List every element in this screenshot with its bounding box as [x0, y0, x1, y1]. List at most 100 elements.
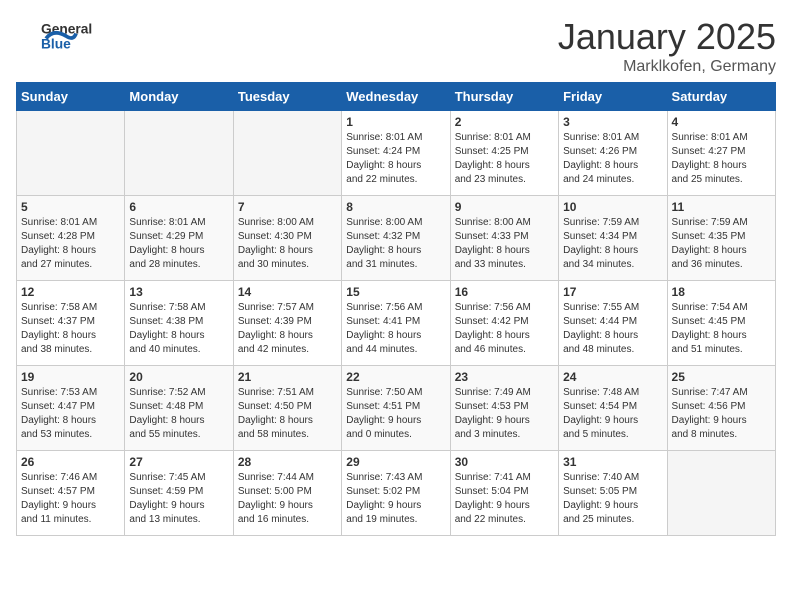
day-number: 22: [346, 370, 445, 384]
calendar-cell: [125, 111, 233, 196]
day-number: 28: [238, 455, 337, 469]
day-number: 13: [129, 285, 228, 299]
calendar-cell: 1 Sunrise: 8:01 AM Sunset: 4:24 PM Daylig…: [342, 111, 450, 196]
calendar-week-row: 26Sunrise: 7:46 AM Sunset: 4:57 PM Dayli…: [17, 451, 776, 536]
cell-content: Sunrise: 7:58 AM Sunset: 4:37 PM Dayligh…: [21, 301, 120, 357]
weekday-header: Thursday: [450, 83, 558, 111]
location: Marklkofen, Germany: [558, 58, 776, 76]
cell-content: Sunrise: 7:54 AM Sunset: 4:45 PM Dayligh…: [672, 301, 771, 357]
calendar-cell: 4 Sunrise: 8:01 AM Sunset: 4:27 PM Daylig…: [667, 111, 775, 196]
day-number: 19: [21, 370, 120, 384]
calendar-cell: 29Sunrise: 7:43 AM Sunset: 5:02 PM Dayli…: [342, 451, 450, 536]
cell-content: Sunrise: 7:59 AM Sunset: 4:34 PM Dayligh…: [563, 216, 662, 272]
calendar-table: SundayMondayTuesdayWednesdayThursdayFrid…: [16, 82, 776, 536]
cell-content: Sunrise: 7:58 AM Sunset: 4:38 PM Dayligh…: [129, 301, 228, 357]
day-number: 5: [21, 200, 120, 214]
day-number: 16: [455, 285, 554, 299]
weekday-header: Monday: [125, 83, 233, 111]
calendar-cell: 22Sunrise: 7:50 AM Sunset: 4:51 PM Dayli…: [342, 366, 450, 451]
day-number: 25: [672, 370, 771, 384]
calendar-week-row: 19 Sunrise: 7:53 AM Sunset: 4:47 PM Dayli…: [17, 366, 776, 451]
calendar-cell: 12 Sunrise: 7:58 AM Sunset: 4:37 PM Dayli…: [17, 281, 125, 366]
day-number: 30: [455, 455, 554, 469]
cell-content: Sunrise: 7:43 AM Sunset: 5:02 PM Dayligh…: [346, 471, 445, 527]
day-number: 10: [563, 200, 662, 214]
calendar-cell: 8Sunrise: 8:00 AM Sunset: 4:32 PM Daylig…: [342, 196, 450, 281]
title-block: January 2025 Marklkofen, Germany: [558, 16, 776, 76]
calendar-cell: 27 Sunrise: 7:45 AM Sunset: 4:59 PM Dayli…: [125, 451, 233, 536]
month-title: January 2025: [558, 16, 776, 58]
calendar-cell: 2 Sunrise: 8:01 AM Sunset: 4:25 PM Daylig…: [450, 111, 558, 196]
calendar-cell: 16 Sunrise: 7:56 AM Sunset: 4:42 PM Dayli…: [450, 281, 558, 366]
calendar-cell: 13 Sunrise: 7:58 AM Sunset: 4:38 PM Dayli…: [125, 281, 233, 366]
weekday-header: Tuesday: [233, 83, 341, 111]
day-number: 14: [238, 285, 337, 299]
calendar-cell: 19 Sunrise: 7:53 AM Sunset: 4:47 PM Dayli…: [17, 366, 125, 451]
calendar-cell: 9 Sunrise: 8:00 AM Sunset: 4:33 PM Daylig…: [450, 196, 558, 281]
weekday-header: Wednesday: [342, 83, 450, 111]
day-number: 3: [563, 115, 662, 129]
day-number: 23: [455, 370, 554, 384]
calendar-week-row: 5 Sunrise: 8:01 AM Sunset: 4:28 PM Daylig…: [17, 196, 776, 281]
weekday-header: Friday: [559, 83, 667, 111]
svg-text:Blue: Blue: [41, 37, 71, 52]
day-number: 1: [346, 115, 445, 129]
cell-content: Sunrise: 8:00 AM Sunset: 4:30 PM Dayligh…: [238, 216, 337, 272]
day-number: 31: [563, 455, 662, 469]
calendar-week-row: 1 Sunrise: 8:01 AM Sunset: 4:24 PM Daylig…: [17, 111, 776, 196]
weekday-header-row: SundayMondayTuesdayWednesdayThursdayFrid…: [17, 83, 776, 111]
calendar-cell: 20Sunrise: 7:52 AM Sunset: 4:48 PM Dayli…: [125, 366, 233, 451]
day-number: 21: [238, 370, 337, 384]
day-number: 9: [455, 200, 554, 214]
cell-content: Sunrise: 8:00 AM Sunset: 4:33 PM Dayligh…: [455, 216, 554, 272]
cell-content: Sunrise: 8:01 AM Sunset: 4:27 PM Dayligh…: [672, 131, 771, 187]
logo: General Blue: [16, 16, 106, 56]
calendar-week-row: 12 Sunrise: 7:58 AM Sunset: 4:37 PM Dayli…: [17, 281, 776, 366]
cell-content: Sunrise: 7:41 AM Sunset: 5:04 PM Dayligh…: [455, 471, 554, 527]
day-number: 4: [672, 115, 771, 129]
day-number: 20: [129, 370, 228, 384]
cell-content: Sunrise: 8:01 AM Sunset: 4:28 PM Dayligh…: [21, 216, 120, 272]
cell-content: Sunrise: 7:56 AM Sunset: 4:42 PM Dayligh…: [455, 301, 554, 357]
cell-content: Sunrise: 7:47 AM Sunset: 4:56 PM Dayligh…: [672, 386, 771, 442]
day-number: 8: [346, 200, 445, 214]
day-number: 6: [129, 200, 228, 214]
day-number: 15: [346, 285, 445, 299]
cell-content: Sunrise: 7:59 AM Sunset: 4:35 PM Dayligh…: [672, 216, 771, 272]
cell-content: Sunrise: 8:01 AM Sunset: 4:25 PM Dayligh…: [455, 131, 554, 187]
calendar-cell: [17, 111, 125, 196]
calendar-cell: 5 Sunrise: 8:01 AM Sunset: 4:28 PM Daylig…: [17, 196, 125, 281]
cell-content: Sunrise: 7:45 AM Sunset: 4:59 PM Dayligh…: [129, 471, 228, 527]
calendar-cell: [667, 451, 775, 536]
day-number: 26: [21, 455, 120, 469]
calendar-cell: 18Sunrise: 7:54 AM Sunset: 4:45 PM Dayli…: [667, 281, 775, 366]
calendar-cell: 6 Sunrise: 8:01 AM Sunset: 4:29 PM Daylig…: [125, 196, 233, 281]
day-number: 7: [238, 200, 337, 214]
cell-content: Sunrise: 7:40 AM Sunset: 5:05 PM Dayligh…: [563, 471, 662, 527]
cell-content: Sunrise: 7:57 AM Sunset: 4:39 PM Dayligh…: [238, 301, 337, 357]
cell-content: Sunrise: 8:01 AM Sunset: 4:26 PM Dayligh…: [563, 131, 662, 187]
calendar-cell: 30 Sunrise: 7:41 AM Sunset: 5:04 PM Dayli…: [450, 451, 558, 536]
cell-content: Sunrise: 7:56 AM Sunset: 4:41 PM Dayligh…: [346, 301, 445, 357]
calendar-cell: 15 Sunrise: 7:56 AM Sunset: 4:41 PM Dayli…: [342, 281, 450, 366]
calendar-cell: 10 Sunrise: 7:59 AM Sunset: 4:34 PM Dayli…: [559, 196, 667, 281]
calendar-cell: 24Sunrise: 7:48 AM Sunset: 4:54 PM Dayli…: [559, 366, 667, 451]
calendar-cell: 17 Sunrise: 7:55 AM Sunset: 4:44 PM Dayli…: [559, 281, 667, 366]
day-number: 17: [563, 285, 662, 299]
day-number: 24: [563, 370, 662, 384]
weekday-header: Sunday: [17, 83, 125, 111]
day-number: 11: [672, 200, 771, 214]
logo-icon: General Blue: [16, 16, 106, 56]
cell-content: Sunrise: 8:01 AM Sunset: 4:24 PM Dayligh…: [346, 131, 445, 187]
day-number: 2: [455, 115, 554, 129]
cell-content: Sunrise: 7:51 AM Sunset: 4:50 PM Dayligh…: [238, 386, 337, 442]
weekday-header: Saturday: [667, 83, 775, 111]
day-number: 27: [129, 455, 228, 469]
calendar-cell: 21 Sunrise: 7:51 AM Sunset: 4:50 PM Dayli…: [233, 366, 341, 451]
cell-content: Sunrise: 7:55 AM Sunset: 4:44 PM Dayligh…: [563, 301, 662, 357]
calendar-cell: 23Sunrise: 7:49 AM Sunset: 4:53 PM Dayli…: [450, 366, 558, 451]
cell-content: Sunrise: 8:01 AM Sunset: 4:29 PM Dayligh…: [129, 216, 228, 272]
day-number: 12: [21, 285, 120, 299]
calendar-cell: 28Sunrise: 7:44 AM Sunset: 5:00 PM Dayli…: [233, 451, 341, 536]
cell-content: Sunrise: 7:53 AM Sunset: 4:47 PM Dayligh…: [21, 386, 120, 442]
